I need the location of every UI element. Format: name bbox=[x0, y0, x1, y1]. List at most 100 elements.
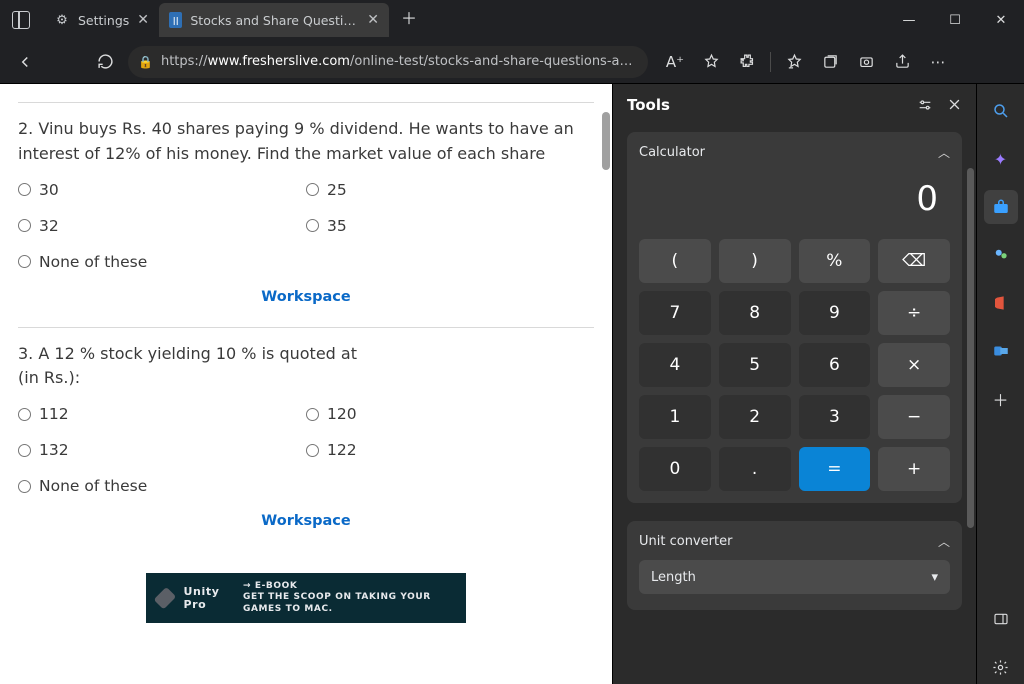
tab-settings[interactable]: ⚙ Settings ✕ bbox=[44, 3, 159, 37]
collapse-sidebar-icon[interactable] bbox=[984, 602, 1018, 636]
more-button[interactable]: ⋯ bbox=[921, 45, 955, 79]
workspace-link[interactable]: Workspace bbox=[18, 289, 594, 305]
calc-key-2[interactable]: 2 bbox=[719, 395, 791, 439]
calc-key-dot[interactable]: . bbox=[719, 447, 791, 491]
calc-key-multiply[interactable]: × bbox=[878, 343, 950, 387]
calc-key-equals[interactable]: = bbox=[799, 447, 871, 491]
option-35[interactable]: 35 bbox=[306, 217, 594, 235]
new-tab-button[interactable]: ＋ bbox=[395, 3, 423, 31]
calc-key-1[interactable]: 1 bbox=[639, 395, 711, 439]
sidebar-settings-icon[interactable] bbox=[984, 650, 1018, 684]
option-32[interactable]: 32 bbox=[18, 217, 306, 235]
ad-brand: Unity Pro bbox=[184, 585, 231, 611]
calculator-keypad: ( ) % ⌫ 7 8 9 ÷ 4 5 6 × 1 2 3 − 0 bbox=[639, 239, 950, 491]
calc-key-3[interactable]: 3 bbox=[799, 395, 871, 439]
back-button[interactable] bbox=[8, 45, 42, 79]
workspace-link[interactable]: Workspace bbox=[18, 513, 594, 529]
office-icon[interactable] bbox=[984, 286, 1018, 320]
copilot-icon[interactable]: ✦ bbox=[984, 142, 1018, 176]
refresh-button[interactable] bbox=[88, 45, 122, 79]
share-button[interactable] bbox=[885, 45, 919, 79]
toolbar: 🔒 https://www.fresherslive.com/online-te… bbox=[0, 40, 1024, 84]
collections-button[interactable] bbox=[813, 45, 847, 79]
divider bbox=[18, 327, 594, 328]
unit-type-select[interactable]: Length ▾ bbox=[639, 560, 950, 594]
radio-icon bbox=[306, 444, 319, 457]
page-scrollbar[interactable] bbox=[602, 112, 610, 170]
radio-icon bbox=[18, 444, 31, 457]
radio-icon bbox=[18, 255, 31, 268]
calc-key-6[interactable]: 6 bbox=[799, 343, 871, 387]
lock-icon: 🔒 bbox=[138, 55, 153, 69]
option-112[interactable]: 112 bbox=[18, 405, 306, 423]
option-none[interactable]: None of these bbox=[18, 253, 594, 271]
chevron-up-icon[interactable]: ︿ bbox=[938, 144, 950, 161]
add-app-button[interactable]: ＋ bbox=[984, 382, 1018, 416]
unit-type-value: Length bbox=[651, 570, 696, 585]
calc-key-0[interactable]: 0 bbox=[639, 447, 711, 491]
close-window-button[interactable]: ✕ bbox=[978, 0, 1024, 40]
url-text: https://www.fresherslive.com/online-test… bbox=[161, 54, 638, 69]
calc-key-4[interactable]: 4 bbox=[639, 343, 711, 387]
calc-key-5[interactable]: 5 bbox=[719, 343, 791, 387]
unit-converter-card: Unit converter ︿ Length ▾ bbox=[627, 521, 962, 610]
unit-converter-title: Unit converter bbox=[639, 534, 732, 549]
address-bar[interactable]: 🔒 https://www.fresherslive.com/online-te… bbox=[128, 46, 648, 78]
outlook-icon[interactable] bbox=[984, 334, 1018, 368]
tab-label: Stocks and Share Questions and bbox=[190, 13, 359, 28]
divider bbox=[18, 102, 594, 103]
tools-sidepanel: Tools Calculator ︿ 0 ( ) bbox=[612, 84, 976, 684]
question-2-text: 2. Vinu buys Rs. 40 shares paying 9 % di… bbox=[18, 117, 594, 167]
tools-icon[interactable] bbox=[984, 190, 1018, 224]
option-none[interactable]: None of these bbox=[18, 477, 594, 495]
close-icon[interactable]: ✕ bbox=[367, 12, 379, 28]
option-25[interactable]: 25 bbox=[306, 181, 594, 199]
favorites-list-button[interactable] bbox=[777, 45, 811, 79]
ad-banner[interactable]: Unity Pro → E-BOOK GET THE SCOOP ON TAKI… bbox=[146, 573, 466, 623]
option-122[interactable]: 122 bbox=[306, 441, 594, 459]
calc-key-divide[interactable]: ÷ bbox=[878, 291, 950, 335]
calc-key-percent[interactable]: % bbox=[799, 239, 871, 283]
tab-actions-icon[interactable] bbox=[12, 11, 30, 29]
calc-key-minus[interactable]: − bbox=[878, 395, 950, 439]
option-30[interactable]: 30 bbox=[18, 181, 306, 199]
question-2-options: 30 25 32 35 None of these bbox=[18, 181, 594, 271]
question-3-text: 3. A 12 % stock yielding 10 % is quoted … bbox=[18, 342, 378, 392]
calc-key-backspace[interactable]: ⌫ bbox=[878, 239, 950, 283]
chevron-up-icon[interactable]: ︿ bbox=[938, 533, 950, 550]
chevron-down-icon: ▾ bbox=[931, 570, 938, 585]
page-content: 2. Vinu buys Rs. 40 shares paying 9 % di… bbox=[0, 84, 612, 684]
ad-copy: → E-BOOK GET THE SCOOP ON TAKING YOUR GA… bbox=[243, 581, 454, 616]
extensions-button[interactable] bbox=[730, 45, 764, 79]
calc-key-9[interactable]: 9 bbox=[799, 291, 871, 335]
close-sidepanel-button[interactable] bbox=[947, 97, 962, 113]
radio-icon bbox=[18, 480, 31, 493]
option-120[interactable]: 120 bbox=[306, 405, 594, 423]
close-icon[interactable]: ✕ bbox=[137, 12, 149, 28]
calculator-card: Calculator ︿ 0 ( ) % ⌫ 7 8 9 ÷ 4 5 6 × bbox=[627, 132, 962, 503]
read-aloud-button[interactable]: A⁺ bbox=[658, 45, 692, 79]
calc-key-7[interactable]: 7 bbox=[639, 291, 711, 335]
favorite-button[interactable] bbox=[694, 45, 728, 79]
calc-key-rparen[interactable]: ) bbox=[719, 239, 791, 283]
calc-key-lparen[interactable]: ( bbox=[639, 239, 711, 283]
option-132[interactable]: 132 bbox=[18, 441, 306, 459]
radio-icon bbox=[18, 183, 31, 196]
settings-icon[interactable] bbox=[917, 97, 933, 113]
forward-button bbox=[48, 45, 82, 79]
search-icon[interactable] bbox=[984, 94, 1018, 128]
sidepanel-scrollbar[interactable] bbox=[967, 168, 974, 528]
tabs: ⚙ Settings ✕ || Stocks and Share Questio… bbox=[44, 3, 423, 37]
gear-icon: ⚙ bbox=[54, 12, 70, 28]
calc-key-plus[interactable]: + bbox=[878, 447, 950, 491]
calculator-title: Calculator bbox=[639, 145, 705, 160]
calculator-display: 0 bbox=[639, 171, 950, 227]
calc-key-8[interactable]: 8 bbox=[719, 291, 791, 335]
window-controls: — ☐ ✕ bbox=[886, 0, 1024, 40]
screenshot-button[interactable] bbox=[849, 45, 883, 79]
minimize-button[interactable]: — bbox=[886, 0, 932, 40]
people-icon[interactable] bbox=[984, 238, 1018, 272]
maximize-button[interactable]: ☐ bbox=[932, 0, 978, 40]
tab-stocks[interactable]: || Stocks and Share Questions and ✕ bbox=[159, 3, 389, 37]
unity-logo-icon bbox=[154, 587, 176, 609]
